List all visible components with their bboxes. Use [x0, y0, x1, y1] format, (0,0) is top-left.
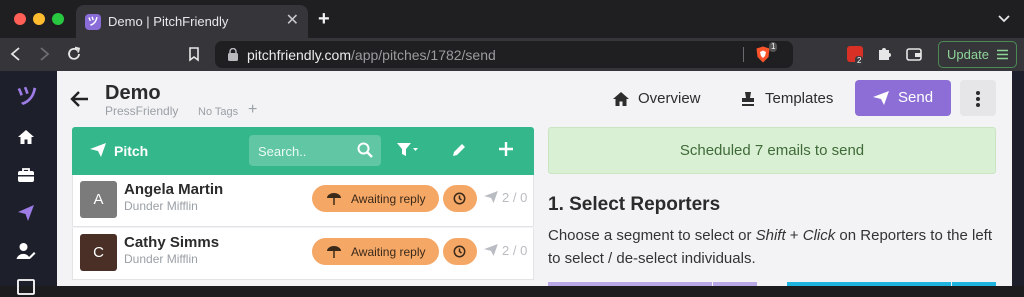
reporter-company: Dunder Mifflin: [124, 199, 198, 213]
extensions-puzzle-icon[interactable]: [876, 46, 892, 62]
update-button[interactable]: Update: [938, 41, 1017, 68]
user-edit-icon[interactable]: [16, 241, 36, 261]
status-label: Awaiting reply: [351, 245, 426, 259]
add-tag-button[interactable]: +: [248, 101, 257, 119]
browser-toolbar: pitchfriendly.com/app/pitches/1782/send …: [0, 38, 1024, 71]
reload-icon[interactable]: [66, 46, 82, 62]
reporter-name: Angela Martin: [124, 181, 224, 198]
send-label: Send: [898, 89, 934, 106]
paper-plane-icon: [484, 244, 498, 256]
templates-label: Templates: [765, 90, 834, 107]
schedule-button[interactable]: [443, 185, 477, 212]
briefcase-icon[interactable]: [16, 165, 36, 185]
home-icon[interactable]: [16, 127, 36, 147]
step-title: 1. Select Reporters: [548, 194, 721, 215]
close-window-button[interactable]: [14, 13, 26, 25]
avatar: C: [80, 234, 117, 271]
segment-button[interactable]: [787, 282, 996, 286]
newspaper-icon[interactable]: [16, 277, 36, 297]
page-subtitle[interactable]: PressFriendly: [105, 104, 178, 118]
forward-icon[interactable]: [36, 46, 52, 62]
schedule-button[interactable]: [443, 238, 477, 265]
url-text: pitchfriendly.com/app/pitches/1782/send: [247, 47, 496, 63]
segment-button-divider: [951, 282, 952, 286]
page-title: Demo: [105, 82, 161, 104]
extension-badge: 2: [855, 56, 864, 66]
pitch-panel-header: Pitch Search..: [72, 127, 534, 175]
reporter-row[interactable]: A Angela Martin Dunder Mifflin Awaiting …: [72, 175, 534, 227]
right-edge-bar: [1012, 71, 1024, 286]
search-icon[interactable]: [357, 142, 373, 158]
url-bar[interactable]: pitchfriendly.com/app/pitches/1782/send …: [215, 41, 793, 68]
templates-button[interactable]: Templates: [740, 89, 840, 111]
browser-tab-bar: ツ Demo | PitchFriendly ✕ +: [0, 0, 1024, 38]
overview-label: Overview: [638, 90, 701, 107]
reporter-name: Cathy Simms: [124, 234, 220, 251]
brave-shields-badge: 1: [769, 42, 778, 52]
umbrella-beach-icon: [327, 193, 341, 205]
segment-button-divider: [712, 282, 713, 286]
paper-plane-icon: [484, 191, 498, 203]
paper-plane-icon: [90, 143, 106, 157]
lock-icon: [228, 48, 238, 61]
pitchfriendly-favicon-icon: ツ: [85, 14, 101, 30]
home-icon: [613, 92, 629, 106]
tab-title: Demo | PitchFriendly: [108, 14, 229, 29]
pitch-panel-title: Pitch: [114, 143, 149, 159]
status-badge[interactable]: Awaiting reply: [312, 185, 439, 212]
send-button[interactable]: Send: [855, 80, 951, 116]
bookmark-icon[interactable]: [186, 46, 202, 62]
tab-close-icon[interactable]: ✕: [286, 11, 299, 31]
umbrella-beach-icon: [327, 246, 341, 258]
paper-plane-icon: [873, 91, 889, 105]
reporter-search-input[interactable]: Search..: [249, 135, 381, 166]
counts-value: 2 / 0: [502, 243, 528, 258]
clock-icon: [453, 192, 466, 205]
search-placeholder: Search..: [258, 144, 307, 159]
minimize-window-button[interactable]: [33, 13, 45, 25]
back-arrow-icon[interactable]: [70, 90, 90, 108]
avatar: A: [80, 181, 117, 218]
sidebar: ツ: [0, 71, 57, 295]
overview-button[interactable]: Overview: [612, 89, 712, 111]
new-tab-button[interactable]: +: [318, 8, 330, 30]
maximize-window-button[interactable]: [52, 13, 64, 25]
reporter-row[interactable]: C Cathy Simms Dunder Mifflin Awaiting re…: [72, 228, 534, 280]
tab-search-chevron-icon[interactable]: [998, 12, 1010, 24]
send-icon[interactable]: [16, 203, 36, 223]
wallet-icon[interactable]: [906, 47, 922, 61]
segment-button[interactable]: [548, 282, 757, 286]
app: ツ Demo PressFriendly No Tags + Overview …: [0, 71, 1024, 295]
back-icon[interactable]: [8, 46, 24, 62]
hamburger-menu-icon: [997, 49, 1008, 60]
status-label: Awaiting reply: [351, 192, 426, 206]
status-badge[interactable]: Awaiting reply: [312, 238, 439, 265]
url-host: pitchfriendly.com: [247, 47, 352, 63]
scheduled-alert: Scheduled 7 emails to send: [548, 127, 996, 174]
tags-label: No Tags: [198, 106, 239, 118]
reporter-company: Dunder Mifflin: [124, 252, 198, 266]
update-label: Update: [947, 47, 989, 62]
stamp-icon: [742, 92, 754, 106]
counts-value: 2 / 0: [502, 190, 528, 205]
browser-tab[interactable]: ツ Demo | PitchFriendly ✕: [76, 5, 308, 38]
url-divider: [743, 47, 744, 62]
step-description: Choose a segment to select or Shift + Cl…: [548, 227, 993, 267]
filter-icon[interactable]: [397, 142, 419, 158]
pen-icon[interactable]: [451, 142, 467, 158]
url-path: /app/pitches/1782/send: [351, 47, 496, 63]
plus-icon[interactable]: [499, 140, 513, 158]
clock-icon: [453, 245, 466, 258]
more-options-button[interactable]: [960, 80, 996, 116]
pitchfriendly-logo-icon[interactable]: ツ: [16, 86, 38, 108]
